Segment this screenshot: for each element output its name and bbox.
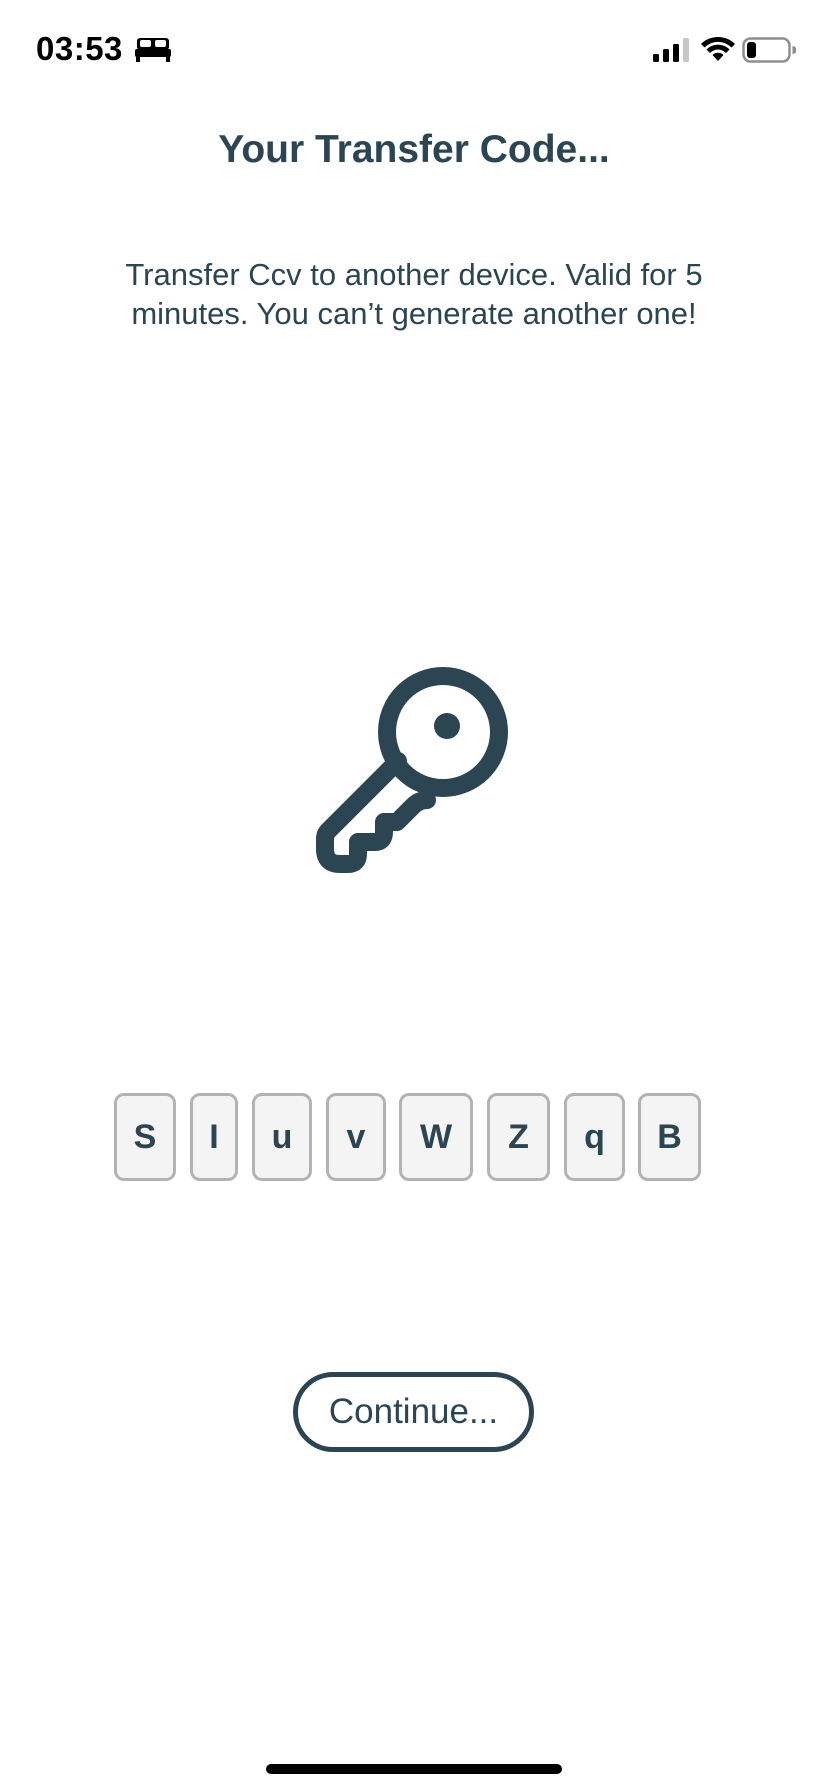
code-character: q [564, 1093, 625, 1181]
bed-icon [135, 38, 171, 62]
code-character: W [399, 1093, 473, 1181]
key-icon [316, 667, 508, 873]
transfer-code: S I u v W Z q B [0, 1093, 828, 1185]
battery-icon [742, 37, 796, 63]
transfer-description: Transfer Ccv to another device. Valid fo… [125, 257, 703, 331]
code-character: u [252, 1093, 312, 1181]
code-character: S [114, 1093, 176, 1181]
code-character: v [326, 1093, 386, 1181]
continue-button[interactable]: Continue... [293, 1372, 534, 1452]
status-bar: 03:53 [0, 0, 828, 100]
home-indicator[interactable] [266, 1764, 562, 1774]
page-title: Your Transfer Code... [218, 128, 610, 171]
code-character: I [190, 1093, 238, 1181]
signal-icon [653, 38, 689, 62]
code-character: B [638, 1093, 701, 1181]
status-time: 03:53 [36, 30, 123, 67]
code-character: Z [487, 1093, 550, 1181]
wifi-icon [701, 36, 735, 61]
